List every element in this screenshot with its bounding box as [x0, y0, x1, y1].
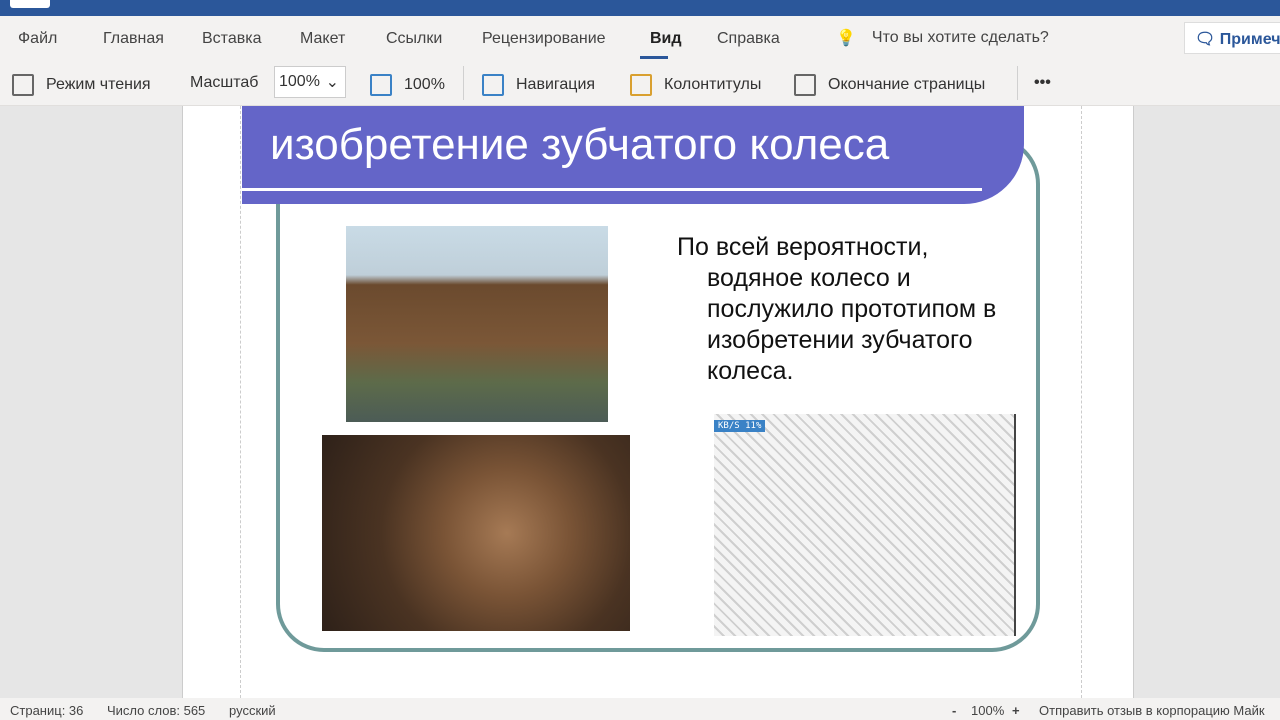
word-count[interactable]: Число слов: 565 [107, 703, 205, 718]
comment-icon: 🗨 [1195, 31, 1220, 48]
page-count: Страниц: 36 [10, 703, 84, 718]
tab-home[interactable]: Главная [103, 30, 164, 48]
zoom-100-label: 100% [404, 76, 445, 93]
zoom-out-button[interactable]: - [952, 703, 956, 718]
lightbulb-icon: 💡 [836, 30, 856, 47]
reading-mode-button[interactable]: Режим чтения [12, 74, 151, 96]
search-label: Что вы хотите сделать? [871, 29, 1049, 46]
tab-help[interactable]: Справка [717, 30, 780, 48]
tab-view[interactable]: Вид [650, 30, 682, 48]
tab-file[interactable]: Файл [18, 30, 57, 48]
document-page[interactable]: изобретение зубчатого колеса По всей вер… [182, 106, 1134, 698]
language[interactable]: русский [229, 703, 276, 718]
speed-overlay: KB/S 11% [714, 420, 766, 432]
slide-body-text: По всей вероятности, водяное колесо и по… [677, 233, 997, 385]
tab-insert[interactable]: Вставка [202, 30, 261, 48]
margin-guide [1081, 106, 1082, 698]
water-mill-drawing[interactable]: KB/S 11% [714, 414, 1016, 636]
header-footer-icon [630, 74, 652, 96]
speed-label: KB/S [718, 421, 740, 431]
feedback-link[interactable]: Отправить отзыв в корпорацию Майк [1039, 703, 1265, 718]
reading-mode-label: Режим чтения [46, 76, 151, 93]
navigation-button[interactable]: Навигация [482, 74, 595, 96]
tell-me-search[interactable]: 💡 Что вы хотите сделать? [836, 28, 1049, 48]
divider [1017, 66, 1018, 100]
more-options-button[interactable]: ••• [1034, 74, 1051, 92]
headers-footers-button[interactable]: Колонтитулы [630, 74, 761, 96]
navigation-pane-icon [482, 74, 504, 96]
page-100-icon [370, 74, 392, 96]
book-icon [12, 74, 34, 96]
status-bar: Страниц: 36 Число слов: 565 русский - 10… [0, 698, 1280, 720]
document-canvas: изобретение зубчатого колеса По всей вер… [0, 106, 1280, 698]
page-break-icon [794, 74, 816, 96]
ribbon-tabs: Файл Главная Вставка Макет Ссылки Реценз… [0, 16, 1280, 62]
comments-label: Примеч [1219, 31, 1280, 48]
zoom-in-button[interactable]: + [1012, 703, 1020, 718]
active-tab-indicator [640, 56, 668, 59]
app-logo [10, 0, 50, 8]
speed-percent: 11% [745, 421, 762, 431]
zoom-label: Масштаб [190, 74, 259, 91]
margin-guide [240, 106, 241, 698]
zoom-level[interactable]: 100% [971, 703, 1004, 718]
water-wheels-photo[interactable] [346, 226, 608, 422]
slide-title: изобретение зубчатого колеса [270, 120, 890, 169]
comments-button[interactable]: 🗨 Примеч [1184, 22, 1280, 54]
slide-title-banner: изобретение зубчатого колеса [242, 106, 1024, 204]
title-underline [242, 188, 982, 191]
chevron-down-icon: ⌄ [325, 74, 339, 91]
zoom-select[interactable]: 100% ⌄ [274, 66, 346, 98]
zoom-100-button[interactable]: 100% [370, 74, 445, 96]
tab-references[interactable]: Ссылки [386, 30, 442, 48]
tab-layout[interactable]: Макет [300, 30, 345, 48]
view-toolbar: Режим чтения Масштаб 100% ⌄ 100% Навигаци… [0, 62, 1280, 106]
page-break-button[interactable]: Окончание страницы [794, 74, 985, 96]
page-break-label: Окончание страницы [828, 76, 986, 93]
tab-review[interactable]: Рецензирование [482, 30, 606, 48]
title-bar [0, 0, 1280, 16]
navigation-label: Навигация [516, 76, 596, 93]
wooden-gear-photo[interactable] [322, 435, 630, 631]
divider [463, 66, 464, 100]
headers-footers-label: Колонтитулы [664, 76, 762, 93]
zoom-select-value: 100% [279, 73, 320, 90]
